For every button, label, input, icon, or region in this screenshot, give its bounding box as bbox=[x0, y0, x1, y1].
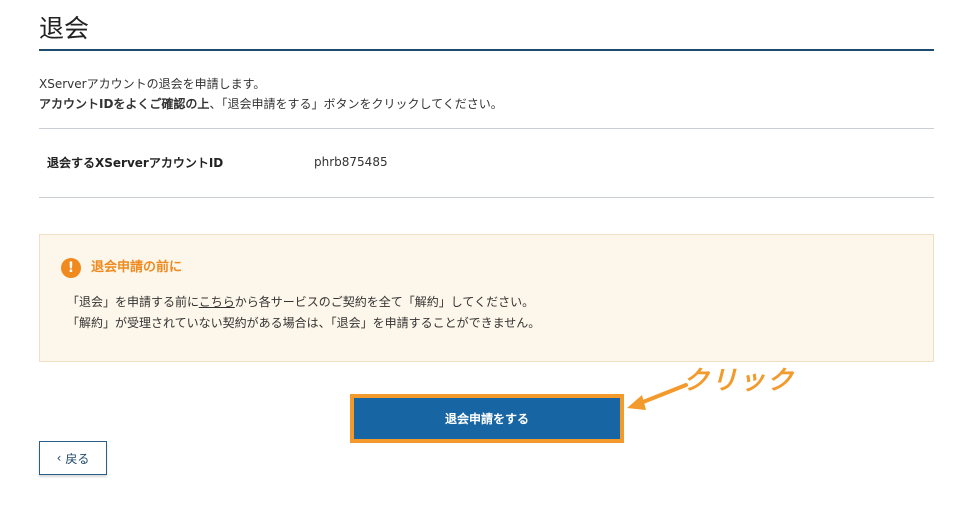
exclamation-icon: ! bbox=[61, 258, 81, 278]
contract-cancel-link[interactable]: こちら bbox=[199, 295, 235, 309]
notice-body: 「退会」を申請する前にこちらから各サービスのご契約を全て「解約」してください。 … bbox=[67, 292, 540, 334]
notice-title: 退会申請の前に bbox=[91, 260, 183, 275]
notice-line-1: 「退会」を申請する前にこちらから各サービスのご契約を全て「解約」してください。 bbox=[67, 292, 540, 313]
click-annotation-label: クリック bbox=[683, 366, 796, 396]
withdraw-request-button[interactable]: 退会申請をする bbox=[354, 398, 620, 439]
back-button-label: 戻る bbox=[65, 451, 90, 466]
notice-line-1-after: から各サービスのご契約を全て「解約」してください。 bbox=[234, 295, 535, 309]
intro-line-2: アカウントIDをよくご確認の上、「退会申請をする」ボタンをクリックしてください。 bbox=[39, 94, 503, 114]
chevron-left-icon: ‹ bbox=[56, 451, 62, 465]
intro-line-1: XServerアカウントの退会を申請します。 bbox=[39, 77, 266, 91]
warning-notice: ! 退会申請の前に 「退会」を申請する前にこちらから各サービスのご契約を全て「解… bbox=[39, 234, 934, 362]
account-id-value: phrb875485 bbox=[314, 155, 388, 169]
page-title: 退会 bbox=[39, 14, 90, 43]
back-button[interactable]: ‹ 戻る bbox=[39, 441, 107, 475]
notice-line-2: 「解約」が受理されていない契約がある場合は、「退会」を申請することができません。 bbox=[67, 316, 541, 330]
intro-line-2-rest: 、「退会申請をする」ボタンをクリックしてください。 bbox=[209, 97, 503, 111]
submit-highlight-frame: 退会申請をする bbox=[350, 394, 624, 443]
intro-text: XServerアカウントの退会を申請します。 アカウントIDをよくご確認の上、「… bbox=[39, 74, 503, 114]
intro-line-2-bold: アカウントIDをよくご確認の上 bbox=[39, 97, 210, 111]
table-bottom-divider bbox=[39, 197, 934, 198]
title-divider bbox=[39, 49, 934, 51]
table-top-divider bbox=[39, 128, 934, 129]
account-id-label: 退会するXServerアカウントID bbox=[47, 156, 224, 170]
notice-line-1-before: 「退会」を申請する前に bbox=[67, 295, 199, 309]
